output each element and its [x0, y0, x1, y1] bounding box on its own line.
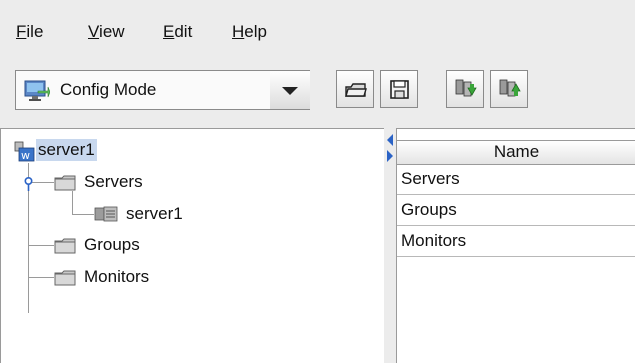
- server-cluster-icon: w: [14, 141, 35, 162]
- table-cell-name: Monitors: [401, 231, 467, 250]
- tree-groups-label: Groups: [84, 235, 140, 254]
- tree-node-servers[interactable]: Servers: [54, 171, 194, 195]
- download-servers-button[interactable]: [446, 70, 484, 108]
- tree-server-label: server1: [126, 204, 183, 223]
- expand-handle-icon[interactable]: [23, 177, 34, 191]
- tree-node-monitors[interactable]: Monitors: [54, 266, 194, 290]
- table-cell-name: Groups: [401, 200, 457, 219]
- menu-help[interactable]: Help: [232, 21, 267, 43]
- menu-file-mnemonic: F: [16, 22, 27, 41]
- table-row[interactable]: Servers: [397, 164, 635, 195]
- menu-view[interactable]: View: [88, 21, 125, 43]
- svg-text:w: w: [21, 149, 30, 162]
- menu-file[interactable]: File: [16, 21, 43, 43]
- folder-icon: [54, 238, 76, 254]
- download-servers-icon: [455, 79, 477, 97]
- menu-bar: File View Edit Help: [0, 14, 635, 48]
- toolbar: Config Mode: [0, 48, 635, 130]
- menu-edit-label: dit: [174, 22, 193, 41]
- column-header-name[interactable]: Name: [397, 140, 635, 165]
- save-disk-icon: [390, 80, 409, 99]
- folder-icon: [54, 270, 76, 286]
- menu-edit-mnemonic: E: [163, 22, 175, 41]
- tree-monitors-label: Monitors: [84, 267, 150, 286]
- table-panel: Name Servers Groups Monitors: [396, 128, 635, 363]
- tree-node-root[interactable]: w server1: [1, 139, 181, 163]
- app-window: File View Edit Help Config Mode w server…: [0, 0, 635, 363]
- upload-servers-icon: [499, 79, 521, 97]
- save-button[interactable]: [380, 70, 418, 108]
- tree-servers-label: Servers: [84, 172, 143, 191]
- mode-selector[interactable]: Config Mode: [15, 70, 310, 110]
- mode-dropdown-button[interactable]: [270, 71, 310, 109]
- open-button[interactable]: [336, 70, 374, 108]
- tree-root-label: server1: [36, 139, 97, 161]
- menu-edit[interactable]: Edit: [163, 21, 192, 43]
- tree-panel: w server1 Servers server1 Groups Monitor…: [0, 128, 385, 363]
- open-folder-icon: [345, 83, 367, 97]
- table-row[interactable]: Groups: [397, 195, 635, 226]
- tree-connector: [72, 214, 94, 215]
- menu-file-label: ile: [26, 22, 44, 41]
- collapse-right-icon[interactable]: [387, 150, 393, 162]
- table-cell-name: Servers: [401, 169, 460, 188]
- menu-view-label: iew: [99, 22, 125, 41]
- mode-selected-label: Config Mode: [60, 80, 157, 99]
- tree-connector: [28, 277, 54, 278]
- chevron-down-icon: [282, 87, 298, 95]
- config-mode-icon: [24, 80, 50, 101]
- menu-help-mnemonic: H: [232, 22, 245, 41]
- upload-servers-button[interactable]: [490, 70, 528, 108]
- table-row[interactable]: Monitors: [397, 226, 635, 257]
- folder-icon: [54, 175, 76, 191]
- collapse-left-icon[interactable]: [387, 134, 393, 146]
- tree-connector: [28, 245, 54, 246]
- mode-field[interactable]: Config Mode: [16, 71, 271, 109]
- tree-node-groups[interactable]: Groups: [54, 234, 194, 258]
- menu-view-mnemonic: V: [88, 22, 100, 41]
- tree-node-server[interactable]: server1: [94, 202, 234, 226]
- server-icon: [94, 206, 118, 222]
- split-pane-divider[interactable]: [384, 128, 396, 363]
- menu-help-label: elp: [244, 22, 267, 41]
